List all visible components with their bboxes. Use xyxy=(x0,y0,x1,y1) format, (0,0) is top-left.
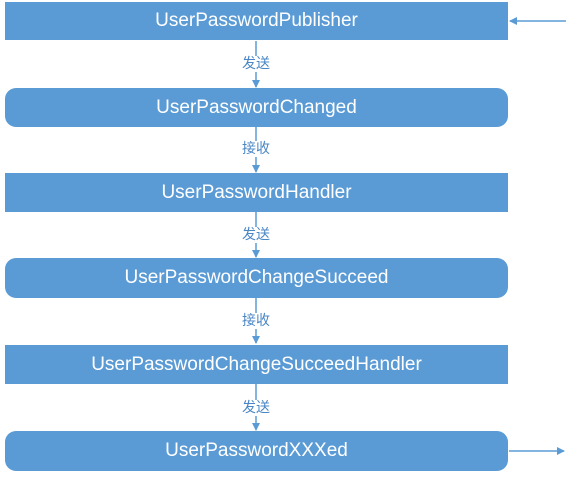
edge-label-send-2: 发送 xyxy=(228,227,284,243)
node-user-password-publisher: UserPasswordPublisher xyxy=(5,2,508,40)
edge-label-send-3: 发送 xyxy=(228,400,284,416)
edge-label-receive-1: 接收 xyxy=(228,141,284,157)
node-user-password-handler: UserPasswordHandler xyxy=(5,173,508,212)
node-user-password-changed: UserPasswordChanged xyxy=(5,88,508,127)
edge-label-send-1: 发送 xyxy=(228,56,284,72)
node-user-password-change-succeed-handler: UserPasswordChangeSucceedHandler xyxy=(5,345,508,384)
node-user-password-xxxed: UserPasswordXXXed xyxy=(5,431,508,471)
node-user-password-change-succeed: UserPasswordChangeSucceed xyxy=(5,258,508,298)
edge-label-receive-2: 接收 xyxy=(228,313,284,329)
